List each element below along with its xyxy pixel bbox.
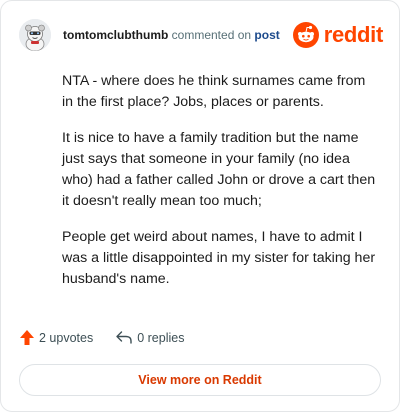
comment-paragraph: NTA - where does he think surnames came … [62, 73, 366, 110]
comment-paragraph: It is nice to have a family tradition bu… [62, 130, 376, 209]
username[interactable]: tomtomclubthumb [63, 28, 168, 42]
reddit-wordmark: reddit [323, 22, 384, 47]
snoo-avatar-icon [19, 19, 51, 51]
comment-paragraph: People get weird about names, I have to … [62, 229, 376, 287]
upvote-button[interactable]: 2 upvotes [19, 329, 93, 346]
action-text: commented on [171, 28, 252, 42]
comment-header: tomtomclubthumb commented on post reddit [19, 15, 383, 55]
comment-body: NTA - where does he think surnames came … [62, 71, 379, 305]
comment-actions: 2 upvotes 0 replies [19, 329, 184, 346]
reddit-logo-icon [292, 22, 319, 48]
view-more-button[interactable]: View more on Reddit [19, 364, 381, 396]
reddit-brand[interactable]: reddit [292, 22, 384, 48]
reply-arrow-icon [116, 331, 132, 344]
reddit-comment-embed: tomtomclubthumb commented on post reddit… [0, 0, 400, 412]
upvotes-count: 2 upvotes [39, 330, 94, 345]
replies-count: 0 replies [137, 330, 185, 345]
reply-button[interactable]: 0 replies [115, 330, 184, 345]
upvote-arrow-icon [20, 330, 34, 345]
comment-meta: tomtomclubthumb commented on post [63, 28, 280, 42]
post-link[interactable]: post [254, 28, 279, 42]
avatar[interactable] [19, 19, 51, 51]
